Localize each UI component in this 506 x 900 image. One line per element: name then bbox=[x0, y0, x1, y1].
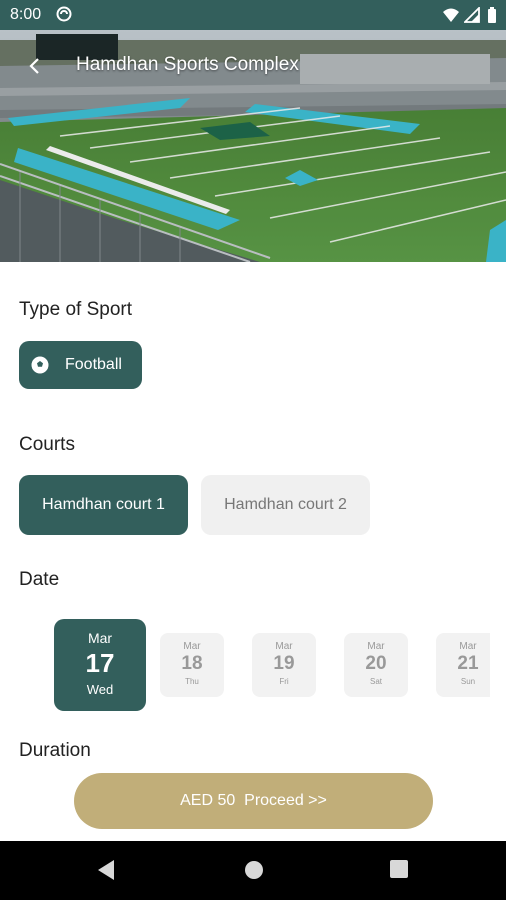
date-weekday: Fri bbox=[279, 677, 289, 686]
venue-hero-image: Hamdhan Sports Complex bbox=[0, 30, 506, 262]
date-month: Mar bbox=[183, 641, 201, 652]
status-bar: 8:00 bbox=[0, 0, 506, 30]
sync-icon bbox=[56, 6, 72, 22]
status-time: 8:00 bbox=[10, 6, 42, 23]
wifi-icon bbox=[443, 8, 459, 22]
duration-section-title: Duration bbox=[19, 740, 91, 761]
date-month: Mar bbox=[367, 641, 385, 652]
back-button[interactable] bbox=[22, 52, 50, 80]
football-icon bbox=[31, 356, 49, 374]
sport-section-title: Type of Sport bbox=[19, 299, 133, 320]
date-day: 19 bbox=[273, 653, 295, 674]
date-weekday: Thu bbox=[185, 677, 199, 686]
date-day: 20 bbox=[365, 653, 387, 674]
court-option-1[interactable]: Hamdhan court 1 bbox=[19, 475, 188, 535]
system-nav-bar bbox=[0, 841, 506, 900]
nav-home-icon[interactable] bbox=[243, 859, 265, 881]
date-option-19[interactable]: Mar 19 Fri bbox=[252, 633, 316, 697]
back-arrow-icon bbox=[29, 58, 39, 74]
date-weekday: Sat bbox=[369, 677, 382, 686]
sport-chip-football[interactable]: Football bbox=[19, 341, 142, 389]
courts-section-title: Courts bbox=[19, 434, 75, 455]
court-option-2[interactable]: Hamdhan court 2 bbox=[201, 475, 370, 535]
court-option-label: Hamdhan court 1 bbox=[42, 496, 165, 513]
date-month: Mar bbox=[275, 641, 293, 652]
date-section-title: Date bbox=[19, 569, 60, 590]
page-title: Hamdhan Sports Complex bbox=[76, 54, 299, 75]
proceed-button[interactable]: AED 50 Proceed >> bbox=[74, 773, 433, 829]
date-picker-strip[interactable]: Mar 17 Wed Mar 18 Thu Mar 19 Fri Mar 20 … bbox=[54, 619, 490, 711]
court-option-label: Hamdhan court 2 bbox=[224, 496, 347, 513]
date-option-18[interactable]: Mar 18 Thu bbox=[160, 633, 224, 697]
signal-icon bbox=[464, 7, 480, 23]
date-day: 17 bbox=[85, 648, 115, 678]
date-month: Mar bbox=[87, 630, 113, 646]
proceed-button-label: AED 50 Proceed >> bbox=[180, 792, 327, 809]
date-day: 21 bbox=[457, 653, 479, 674]
date-weekday: Sun bbox=[460, 677, 476, 686]
date-option-21[interactable]: Mar 21 Sun bbox=[436, 633, 490, 697]
date-month: Mar bbox=[459, 641, 477, 652]
date-day: 18 bbox=[181, 653, 203, 674]
date-option-20[interactable]: Mar 20 Sat bbox=[344, 633, 408, 697]
nav-back-icon[interactable] bbox=[96, 859, 116, 881]
battery-icon bbox=[488, 7, 496, 23]
sport-chip-label: Football bbox=[65, 356, 122, 373]
nav-recents-icon[interactable] bbox=[389, 859, 409, 879]
date-weekday: Wed bbox=[86, 682, 114, 697]
date-option-17[interactable]: Mar 17 Wed bbox=[54, 619, 146, 711]
